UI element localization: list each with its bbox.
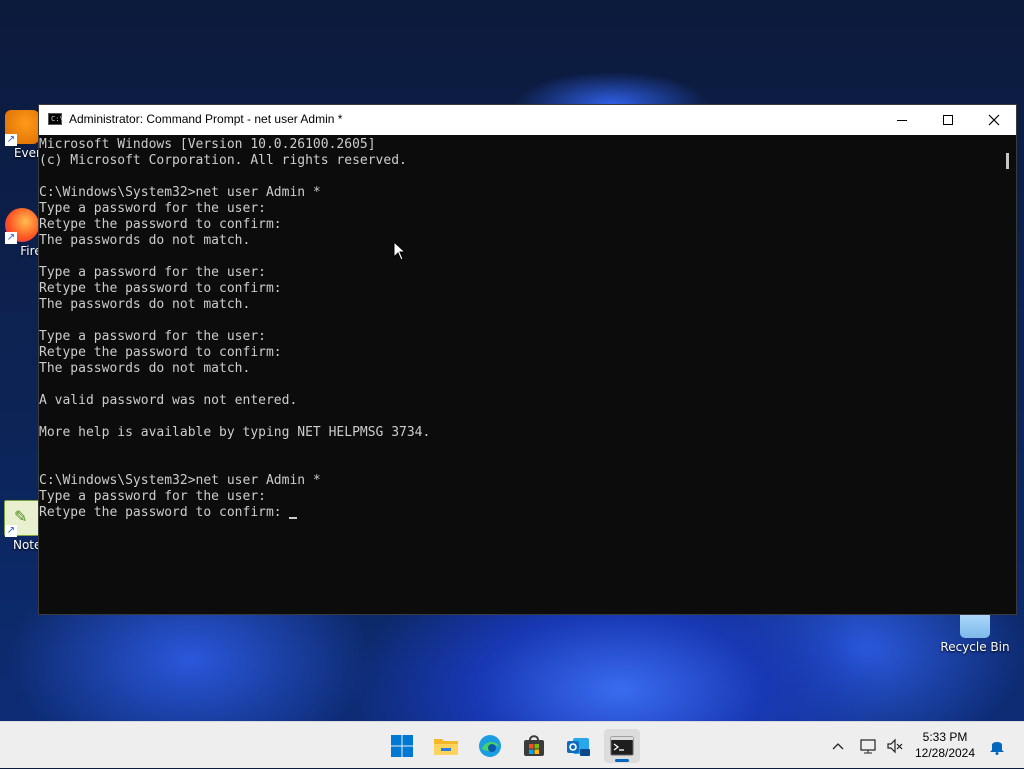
firefox-icon: ↗: [5, 208, 39, 244]
notepad-plus-plus-icon: ✎ ↗: [4, 500, 40, 537]
console-line: Microsoft Windows [Version 10.0.26100.26…: [39, 137, 376, 152]
shortcut-arrow-icon: ↗: [5, 134, 17, 146]
shortcut-arrow-icon: ↗: [5, 525, 17, 537]
close-button[interactable]: [971, 105, 1017, 135]
microsoft-store-icon: [524, 735, 544, 756]
console-prompt-text: Retype the password to confirm:: [39, 505, 290, 520]
text-cursor: [289, 517, 298, 519]
console-line: Retype the password to confirm:: [39, 281, 282, 296]
console-line: A valid password was not entered.: [39, 393, 298, 408]
minimize-button[interactable]: [879, 105, 925, 135]
speaker-muted-icon: [887, 738, 903, 753]
notifications-button[interactable]: [986, 722, 1008, 769]
console-line: Type a password for the user:: [39, 489, 266, 504]
minimize-icon: [897, 120, 907, 121]
console-input-line[interactable]: Retype the password to confirm:: [39, 505, 1001, 521]
console-line: C:\Windows\System32>net user Admin *: [39, 185, 321, 200]
console-line: Type a password for the user:: [39, 201, 266, 216]
bell-icon: [990, 741, 1004, 755]
network-icon: [860, 738, 876, 753]
window-title: Administrator: Command Prompt - net user…: [69, 112, 343, 126]
windows-start-icon: [391, 735, 413, 757]
console-line: Retype the password to confirm:: [39, 217, 282, 232]
console-line: The passwords do not match.: [39, 297, 251, 312]
volume-tray-button[interactable]: [884, 722, 906, 769]
console-line: The passwords do not match.: [39, 233, 251, 248]
taskbar-file-explorer[interactable]: [428, 729, 464, 763]
shortcut-arrow-icon: ↗: [5, 232, 17, 244]
console-line: (c) Microsoft Corporation. All rights re…: [39, 153, 407, 168]
network-tray-button[interactable]: [858, 722, 880, 769]
console-line: More help is available by typing NET HEL…: [39, 425, 431, 440]
taskbar: 5:33 PM 12/28/2024: [0, 721, 1024, 768]
console-output[interactable]: Microsoft Windows [Version 10.0.26100.26…: [39, 135, 1001, 614]
chevron-up-icon: [832, 742, 844, 749]
console-line: Type a password for the user:: [39, 265, 266, 280]
edge-browser-icon: [479, 735, 501, 757]
desktop-icon-label: Recycle Bin: [940, 640, 1010, 654]
taskbar-edge[interactable]: [472, 729, 508, 763]
clock[interactable]: 5:33 PM 12/28/2024: [912, 729, 978, 761]
show-hidden-icons-button[interactable]: [828, 722, 848, 769]
taskbar-terminal[interactable]: [604, 729, 640, 763]
clock-time: 5:33 PM: [922, 730, 968, 744]
console-line: The passwords do not match.: [39, 361, 251, 376]
scrollbar-thumb[interactable]: [1006, 153, 1009, 169]
clock-date: 12/28/2024: [914, 746, 976, 760]
command-prompt-window[interactable]: C:\_ Administrator: Command Prompt - net…: [38, 104, 1017, 615]
title-bar[interactable]: C:\_ Administrator: Command Prompt - net…: [39, 105, 1016, 135]
console-line: Type a password for the user:: [39, 329, 266, 344]
outlook-new-icon: [567, 738, 590, 756]
close-icon: [988, 114, 1000, 126]
console-line: C:\Windows\System32>net user Admin *: [39, 473, 321, 488]
taskbar-store[interactable]: [516, 729, 552, 763]
cmd-app-icon: C:\_: [48, 113, 68, 125]
taskbar-start-button[interactable]: [384, 729, 420, 763]
terminal-icon: [610, 736, 634, 756]
folder-icon: [434, 739, 458, 755]
maximize-button[interactable]: [925, 105, 971, 135]
console-line: Retype the password to confirm:: [39, 345, 282, 360]
maximize-icon: [943, 115, 953, 125]
everything-search-icon: ↗: [5, 110, 39, 146]
taskbar-outlook[interactable]: [560, 729, 596, 763]
vertical-scrollbar[interactable]: [1000, 135, 1016, 614]
mouse-pointer-icon: [393, 241, 407, 261]
active-app-indicator: [615, 759, 629, 762]
